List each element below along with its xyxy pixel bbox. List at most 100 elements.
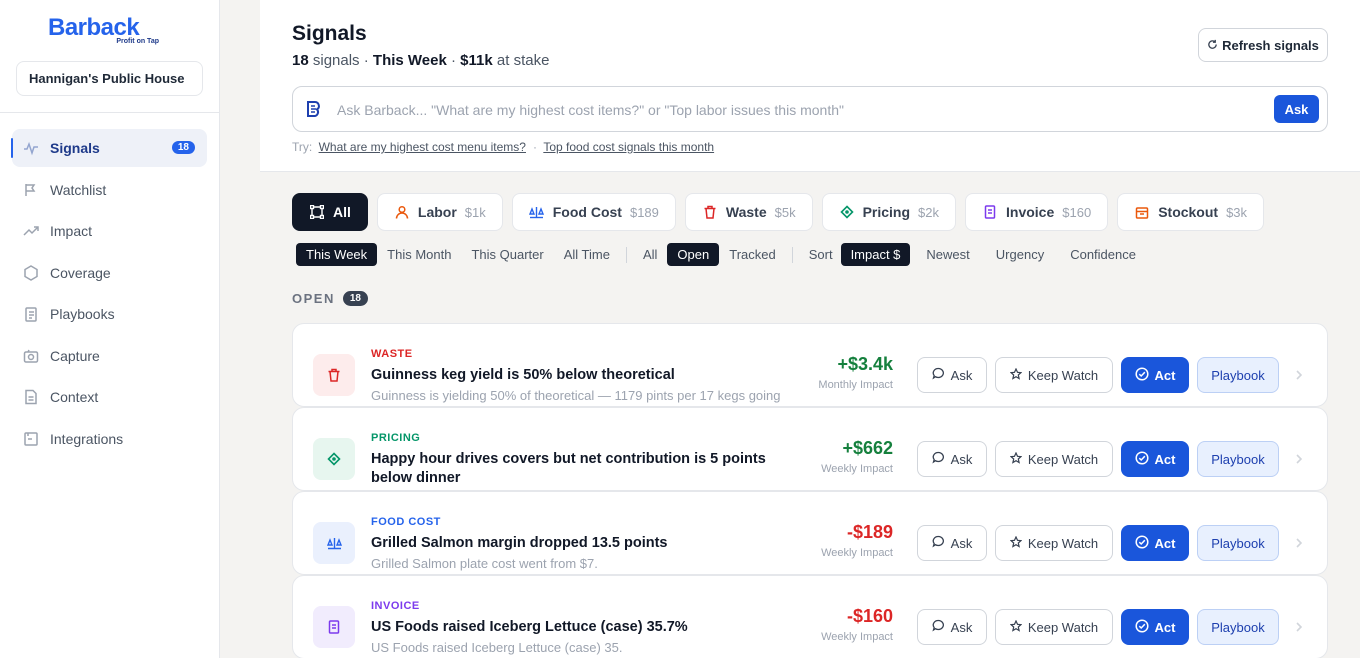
sort-newest[interactable]: Newest xyxy=(916,243,979,266)
sort-impact[interactable]: Impact $ xyxy=(840,243,911,266)
check-circle-icon xyxy=(1134,366,1149,384)
filter-divider xyxy=(625,246,627,263)
keep-watch-button[interactable]: Keep Watch xyxy=(995,609,1113,645)
ask-input[interactable] xyxy=(337,99,1267,121)
sidebar-item-impact[interactable]: Impact xyxy=(12,212,207,250)
signal-impact-amount: -$189 xyxy=(846,522,893,542)
playbook-button[interactable]: Playbook xyxy=(1197,525,1279,561)
act-button[interactable]: Act xyxy=(1121,525,1189,561)
category-chip-food-cost[interactable]: Food Cost $189 xyxy=(511,193,676,231)
signal-card[interactable]: INVOICE US Foods raised Iceberg Lettuce … xyxy=(292,575,1328,658)
sidebar-item-playbooks[interactable]: Playbooks xyxy=(12,295,207,333)
ask-button[interactable]: Ask xyxy=(917,357,987,393)
sidebar: Barback Profit on Tap Hannigan's Public … xyxy=(0,0,220,658)
sidebar-item-capture[interactable]: Capture xyxy=(12,337,207,375)
refresh-icon xyxy=(1207,38,1218,53)
page-header: Signals 18 signals · This Week · $11k at… xyxy=(260,0,1360,172)
period-this-quarter[interactable]: This Quarter xyxy=(461,243,553,266)
refresh-signals-button[interactable]: Refresh signals xyxy=(1198,28,1328,62)
keep-watch-label: Keep Watch xyxy=(1027,619,1099,635)
sidebar-item-signals[interactable]: Signals 18 xyxy=(11,129,207,167)
signal-impact-amount: -$160 xyxy=(846,606,893,626)
barback-logo[interactable]: Barback Profit on Tap xyxy=(48,14,163,48)
sidebar-divider xyxy=(0,112,219,113)
ask-button[interactable]: Ask xyxy=(917,525,987,561)
ask-button-label: Ask xyxy=(950,367,973,383)
camera-icon xyxy=(23,348,39,364)
keep-watch-label: Keep Watch xyxy=(1027,367,1099,383)
category-chip-invoice[interactable]: Invoice $160 xyxy=(965,193,1109,231)
category-filter: All Labor $1k Food Cost $189 Waste $5k P… xyxy=(292,193,1265,231)
ask-button-label: Ask xyxy=(950,535,973,551)
trash-icon xyxy=(313,354,355,396)
signals-summary: 18 signals · This Week · $11k at stake xyxy=(292,52,550,69)
ask-button[interactable]: Ask xyxy=(917,441,987,477)
sidebar-item-watchlist[interactable]: Watchlist xyxy=(12,171,207,209)
category-chip-pricing[interactable]: Pricing $2k xyxy=(821,193,957,231)
period-this-month[interactable]: This Month xyxy=(377,243,461,266)
keep-watch-button[interactable]: Keep Watch xyxy=(995,357,1113,393)
playbook-button[interactable]: Playbook xyxy=(1197,609,1279,645)
ask-submit-button[interactable]: Ask xyxy=(1274,95,1319,123)
chevron-right-icon[interactable] xyxy=(1293,450,1305,468)
star-icon xyxy=(1009,535,1023,551)
category-chip-labor[interactable]: Labor $1k xyxy=(376,193,503,231)
chip-label: Labor xyxy=(417,204,457,220)
sidebar-item-context[interactable]: Context xyxy=(12,378,207,416)
ask-button[interactable]: Ask xyxy=(917,609,987,645)
act-button[interactable]: Act xyxy=(1121,441,1189,477)
playbook-button[interactable]: Playbook xyxy=(1197,357,1279,393)
category-chip-waste[interactable]: Waste $5k xyxy=(684,193,813,231)
sidebar-item-label: Context xyxy=(50,389,99,405)
open-section-header: OPEN 18 xyxy=(292,291,368,306)
chevron-right-icon[interactable] xyxy=(1293,534,1305,552)
category-chip-stockout[interactable]: Stockout $3k xyxy=(1117,193,1265,231)
chip-amount: $3k xyxy=(1226,204,1248,220)
venue-selector[interactable]: Hannigan's Public House xyxy=(16,61,203,96)
sort-confidence[interactable]: Confidence xyxy=(1060,243,1146,266)
signal-card[interactable]: FOOD COST Grilled Salmon margin dropped … xyxy=(292,491,1328,575)
scale-icon xyxy=(313,522,355,564)
act-button-label: Act xyxy=(1154,451,1176,467)
sort-urgency[interactable]: Urgency xyxy=(986,243,1054,266)
chevron-right-icon[interactable] xyxy=(1293,366,1305,384)
sidebar-item-label: Signals xyxy=(50,140,100,156)
signal-title: Grilled Salmon margin dropped 13.5 point… xyxy=(371,535,668,551)
tag-icon xyxy=(839,204,855,220)
signal-card[interactable]: PRICING Happy hour drives covers but net… xyxy=(292,407,1328,491)
playbook-button[interactable]: Playbook xyxy=(1197,441,1279,477)
logo-tagline: Profit on Tap xyxy=(116,38,159,45)
signal-description: Guinness is yielding 50% of theoretical … xyxy=(371,388,781,403)
act-button[interactable]: Act xyxy=(1121,609,1189,645)
keep-watch-button[interactable]: Keep Watch xyxy=(995,525,1113,561)
keep-watch-button[interactable]: Keep Watch xyxy=(995,441,1113,477)
trash-icon xyxy=(702,204,718,220)
act-button-label: Act xyxy=(1154,619,1176,635)
chat-icon xyxy=(932,451,945,467)
sidebar-item-integrations[interactable]: Integrations xyxy=(12,420,207,458)
chip-amount: $189 xyxy=(629,204,659,220)
ask-button-label: Ask xyxy=(950,451,973,467)
person-icon xyxy=(394,204,410,220)
period-this-week[interactable]: This Week xyxy=(296,243,378,266)
all-icon xyxy=(309,204,325,220)
act-button[interactable]: Act xyxy=(1121,357,1189,393)
signal-count-word: signals xyxy=(312,52,360,69)
status-open[interactable]: Open xyxy=(667,243,720,266)
status-tracked[interactable]: Tracked xyxy=(719,243,785,266)
suggestion-link[interactable]: Top food cost signals this month xyxy=(543,140,714,154)
sidebar-item-coverage[interactable]: Coverage xyxy=(12,254,207,292)
category-chip-all[interactable]: All xyxy=(292,193,368,231)
signals-icon xyxy=(23,140,39,156)
chip-label: Pricing xyxy=(862,204,911,220)
signal-impact-label: Weekly Impact xyxy=(821,463,893,475)
signal-card[interactable]: WASTE Guinness keg yield is 50% below th… xyxy=(292,323,1328,407)
suggestion-link[interactable]: What are my highest cost menu items? xyxy=(319,140,526,154)
status-all[interactable]: All xyxy=(633,243,667,266)
signal-count: 18 xyxy=(292,52,309,69)
chip-label: All xyxy=(333,204,351,220)
sidebar-item-label: Coverage xyxy=(50,264,111,281)
period-all-time[interactable]: All Time xyxy=(554,243,620,266)
chevron-right-icon[interactable] xyxy=(1293,618,1305,636)
chip-label: Invoice xyxy=(1006,204,1055,220)
